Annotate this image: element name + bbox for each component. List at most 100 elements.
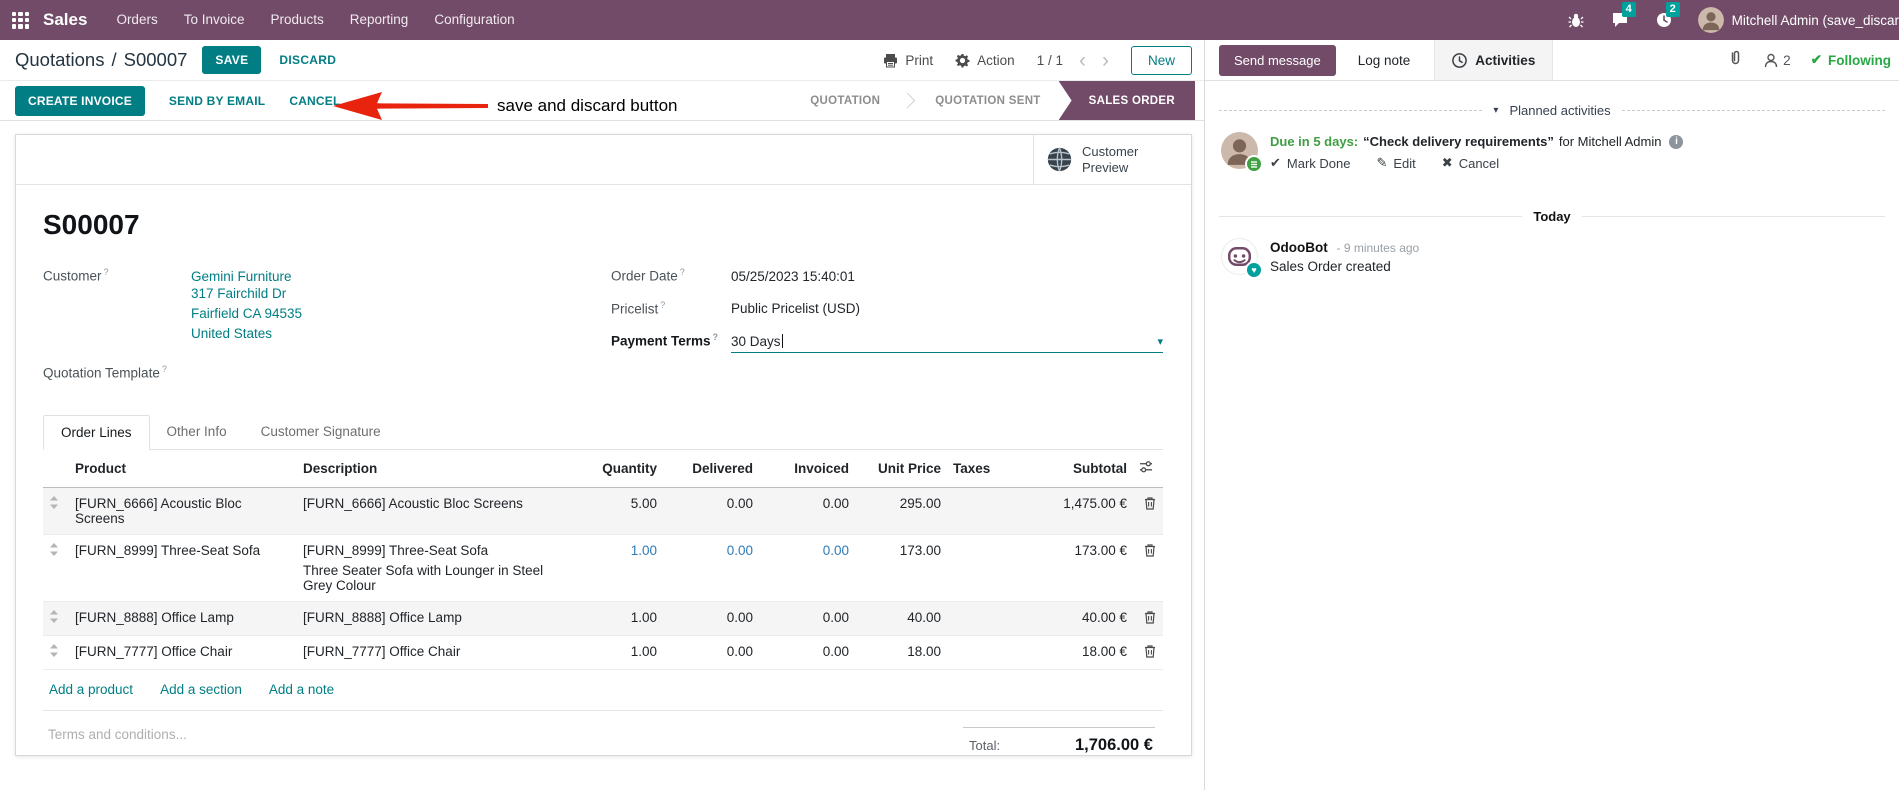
pager-next[interactable]: › xyxy=(1102,50,1109,71)
quantity-cell[interactable]: 1.00 xyxy=(571,635,663,670)
following-button[interactable]: ✔ Following xyxy=(1811,52,1891,68)
customer-preview-button[interactable]: Customer Preview xyxy=(1033,135,1191,184)
payment-terms-field[interactable]: 30 Days ▾ xyxy=(731,334,1163,353)
save-button[interactable]: SAVE xyxy=(202,46,262,74)
quantity-cell[interactable]: 5.00 xyxy=(571,487,663,535)
cancel-button[interactable]: CANCEL xyxy=(289,94,340,108)
unit-price-cell[interactable]: 173.00 xyxy=(855,534,947,602)
send-by-email-button[interactable]: SEND BY EMAIL xyxy=(169,94,265,108)
send-message-button[interactable]: Send message xyxy=(1219,44,1336,76)
table-row[interactable]: [FURN_8999] Three-Seat Sofa [FURN_8999] … xyxy=(43,534,1163,602)
unit-price-cell[interactable]: 18.00 xyxy=(855,635,947,670)
table-row[interactable]: [FURN_8888] Office Lamp [FURN_8888] Offi… xyxy=(43,601,1163,636)
product-cell[interactable]: [FURN_8999] Three-Seat Sofa xyxy=(69,534,297,602)
quantity-cell[interactable]: 1.00 xyxy=(571,534,663,602)
col-description[interactable]: Description xyxy=(297,449,571,488)
description-cell[interactable]: [FURN_6666] Acoustic Bloc Screens xyxy=(297,487,571,535)
customer-address-line[interactable]: Fairfield CA 94535 xyxy=(191,304,302,324)
product-cell[interactable]: [FURN_6666] Acoustic Bloc Screens xyxy=(69,487,297,535)
apps-grid-icon[interactable] xyxy=(12,11,29,29)
action-button[interactable]: Action xyxy=(955,53,1015,68)
terms-placeholder[interactable]: Terms and conditions... xyxy=(48,727,187,755)
menu-reporting[interactable]: Reporting xyxy=(337,0,422,40)
col-delivered[interactable]: Delivered xyxy=(663,449,759,488)
drag-handle-icon[interactable] xyxy=(43,635,69,670)
info-icon[interactable]: i xyxy=(1669,134,1684,149)
state-quotation[interactable]: QUOTATION xyxy=(792,81,898,120)
menu-to-invoice[interactable]: To Invoice xyxy=(171,0,258,40)
product-cell[interactable]: [FURN_8888] Office Lamp xyxy=(69,601,297,636)
dropdown-caret-icon[interactable]: ▾ xyxy=(1157,335,1163,348)
tab-customer-signature[interactable]: Customer Signature xyxy=(244,415,398,449)
message-author[interactable]: OdooBot xyxy=(1270,240,1328,255)
create-invoice-button[interactable]: CREATE INVOICE xyxy=(15,85,145,116)
drag-handle-icon[interactable] xyxy=(43,487,69,535)
description-cell[interactable]: [FURN_7777] Office Chair xyxy=(297,635,571,670)
debug-bug-icon[interactable] xyxy=(1566,10,1586,30)
discard-button[interactable]: DISCARD xyxy=(279,53,336,67)
delivered-cell[interactable]: 0.00 xyxy=(663,534,759,602)
description-cell[interactable]: [FURN_8999] Three-Seat Sofa Three Seater … xyxy=(297,534,571,602)
app-brand[interactable]: Sales xyxy=(43,10,87,30)
invoiced-cell[interactable]: 0.00 xyxy=(759,487,855,535)
col-invoiced[interactable]: Invoiced xyxy=(759,449,855,488)
delete-line-icon[interactable] xyxy=(1133,534,1163,602)
drag-handle-icon[interactable] xyxy=(43,534,69,602)
tab-order-lines[interactable]: Order Lines xyxy=(43,414,150,450)
add-product-link[interactable]: Add a product xyxy=(49,682,133,697)
col-unit-price[interactable]: Unit Price xyxy=(855,449,947,488)
delete-line-icon[interactable] xyxy=(1133,487,1163,535)
description-cell[interactable]: [FURN_8888] Office Lamp xyxy=(297,601,571,636)
add-note-link[interactable]: Add a note xyxy=(269,682,334,697)
col-subtotal[interactable]: Subtotal xyxy=(1017,449,1133,488)
user-menu[interactable]: Mitchell Admin (save_discar xyxy=(1697,7,1899,33)
taxes-cell[interactable] xyxy=(947,487,1017,535)
drag-handle-icon[interactable] xyxy=(43,601,69,636)
attach-files-button[interactable] xyxy=(1727,49,1744,71)
mark-done-button[interactable]: ✔ Mark Done xyxy=(1270,155,1350,171)
product-cell[interactable]: [FURN_7777] Office Chair xyxy=(69,635,297,670)
order-date-field[interactable]: 05/25/2023 15:40:01 xyxy=(731,269,855,284)
planned-activities-divider[interactable]: ▾ Planned activities xyxy=(1219,103,1886,118)
delivered-cell[interactable]: 0.00 xyxy=(663,487,759,535)
invoiced-cell[interactable]: 0.00 xyxy=(759,534,855,602)
messages-icon[interactable]: 4 xyxy=(1610,2,1636,30)
tab-other-info[interactable]: Other Info xyxy=(150,415,244,449)
log-note-button[interactable]: Log note xyxy=(1358,53,1411,68)
pricelist-field[interactable]: Public Pricelist (USD) xyxy=(731,301,860,316)
pager-previous[interactable]: ‹ xyxy=(1079,50,1086,71)
taxes-cell[interactable] xyxy=(947,635,1017,670)
delivered-cell[interactable]: 0.00 xyxy=(663,601,759,636)
invoiced-cell[interactable]: 0.00 xyxy=(759,601,855,636)
new-button[interactable]: New xyxy=(1130,45,1192,75)
col-quantity[interactable]: Quantity xyxy=(571,449,663,488)
print-button[interactable]: Print xyxy=(883,53,933,68)
menu-products[interactable]: Products xyxy=(258,0,337,40)
delivered-cell[interactable]: 0.00 xyxy=(663,635,759,670)
customer-address-line[interactable]: United States xyxy=(191,324,302,344)
delete-line-icon[interactable] xyxy=(1133,601,1163,636)
unit-price-cell[interactable]: 295.00 xyxy=(855,487,947,535)
quantity-cell[interactable]: 1.00 xyxy=(571,601,663,636)
optional-columns-icon[interactable] xyxy=(1133,449,1163,488)
activities-tab[interactable]: Activities xyxy=(1434,40,1554,80)
table-row[interactable]: [FURN_6666] Acoustic Bloc Screens [FURN_… xyxy=(43,487,1163,535)
menu-configuration[interactable]: Configuration xyxy=(421,0,527,40)
state-sales-order[interactable]: SALES ORDER xyxy=(1058,81,1195,120)
add-section-link[interactable]: Add a section xyxy=(160,682,242,697)
invoiced-cell[interactable]: 0.00 xyxy=(759,635,855,670)
col-product[interactable]: Product xyxy=(69,449,297,488)
followers-button[interactable]: 2 xyxy=(1764,53,1791,68)
taxes-cell[interactable] xyxy=(947,601,1017,636)
edit-activity-button[interactable]: ✎ Edit xyxy=(1376,155,1415,171)
cancel-activity-button[interactable]: ✖ Cancel xyxy=(1442,155,1499,171)
unit-price-cell[interactable]: 40.00 xyxy=(855,601,947,636)
state-quotation-sent[interactable]: QUOTATION SENT xyxy=(917,81,1058,120)
taxes-cell[interactable] xyxy=(947,534,1017,602)
customer-link[interactable]: Gemini Furniture xyxy=(191,269,302,284)
menu-orders[interactable]: Orders xyxy=(103,0,170,40)
delete-line-icon[interactable] xyxy=(1133,635,1163,670)
customer-address-line[interactable]: 317 Fairchild Dr xyxy=(191,284,302,304)
activities-clock-icon[interactable]: 2 xyxy=(1654,2,1680,30)
breadcrumb-quotations[interactable]: Quotations xyxy=(15,49,104,71)
